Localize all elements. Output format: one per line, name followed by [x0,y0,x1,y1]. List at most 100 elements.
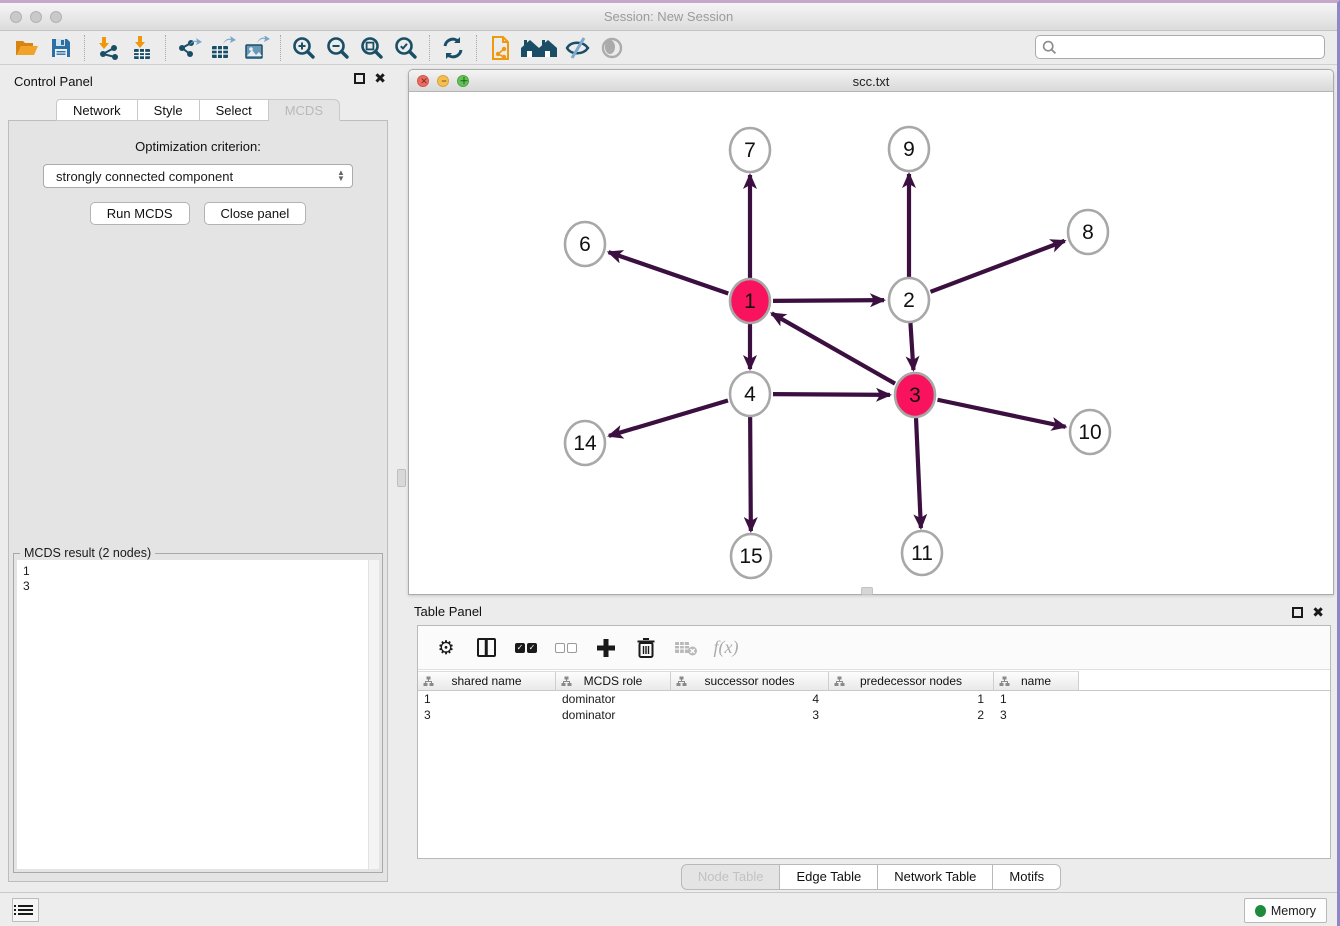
zoom-fit-icon [360,36,384,60]
table-cell[interactable]: 3 [671,707,829,723]
save-icon [50,37,72,59]
horizontal-splitter-grip[interactable] [861,587,873,595]
status-bar: Memory [0,892,1337,926]
edge-3-1[interactable] [772,313,895,383]
vertical-splitter-grip[interactable] [397,469,406,487]
memory-status-icon [1255,905,1266,917]
export-image-button[interactable] [240,33,274,63]
column-header-MCDS-role[interactable]: MCDS role [556,671,671,690]
search-input[interactable] [1057,40,1318,54]
node-label-14: 14 [573,432,597,455]
app-titlebar: Session: New Session [0,3,1337,31]
edge-1-2[interactable] [773,300,884,301]
export-network-button[interactable] [172,33,206,63]
eye-slash-icon [565,37,591,59]
mcds-result-title: MCDS result (2 nodes) [20,546,155,560]
float-table-panel-icon[interactable] [1292,607,1303,618]
table-cell[interactable]: 3 [994,707,1079,723]
close-table-panel-icon[interactable]: ✖ [1312,607,1324,618]
edge-4-3[interactable] [773,394,890,395]
toolbar-separator [429,35,430,61]
close-panel-button[interactable]: Close panel [204,202,307,225]
import-network-button[interactable] [91,33,125,63]
column-header-name[interactable]: name [994,671,1079,690]
deselect-all-button[interactable] [548,630,584,666]
edge-2-3[interactable] [910,323,913,370]
network-window-titlebar[interactable]: ✕ − ＋ scc.txt [409,70,1333,92]
memory-button[interactable]: Memory [1244,898,1327,923]
table-row[interactable]: 1dominator411 [418,691,1330,707]
new-network-from-selection-button[interactable] [483,33,517,63]
edge-4-14[interactable] [609,401,728,436]
zoom-out-button[interactable] [321,33,355,63]
first-neighbors-button[interactable] [517,33,561,63]
table-cell[interactable]: 4 [671,691,829,707]
column-header-shared-name[interactable]: shared name [418,671,556,690]
show-all-button[interactable] [595,33,629,63]
close-panel-icon[interactable]: ✖ [374,73,386,84]
select-all-icon: ✓✓ [515,643,537,653]
optimization-criterion-label: Optimization criterion: [9,139,387,154]
trash-icon [636,637,656,659]
function-builder-button[interactable]: f(x) [708,630,744,666]
edge-3-11[interactable] [916,418,921,528]
table-cell[interactable]: 3 [418,707,556,723]
tab-node-table[interactable]: Node Table [681,864,781,890]
column-type-icon [561,676,572,687]
selected-criterion: strongly connected component [56,169,334,184]
table-cell[interactable]: 1 [829,691,994,707]
tab-motifs[interactable]: Motifs [993,864,1061,890]
run-mcds-button[interactable]: Run MCDS [90,202,190,225]
node-label-11: 11 [911,542,933,565]
hide-selected-button[interactable] [561,33,595,63]
refresh-icon [441,36,465,60]
table-cell[interactable]: dominator [556,707,671,723]
tab-style[interactable]: Style [138,99,200,121]
tab-select[interactable]: Select [200,99,269,121]
optimization-criterion-select[interactable]: strongly connected component ▲▼ [43,164,353,188]
import-table-button[interactable] [125,33,159,63]
zoom-selected-button[interactable] [389,33,423,63]
add-row-button[interactable] [588,630,624,666]
refresh-button[interactable] [436,33,470,63]
node-label-10: 10 [1078,421,1101,444]
table-cell[interactable]: 2 [829,707,994,723]
edge-1-6[interactable] [609,252,729,293]
node-label-6: 6 [579,233,591,256]
edge-4-15[interactable] [750,417,751,531]
table-cell[interactable]: 1 [418,691,556,707]
result-scrollbar[interactable] [368,560,379,869]
column-header-predecessor-nodes[interactable]: predecessor nodes [829,671,994,690]
control-panel-title: Control Panel [14,74,93,89]
main-toolbar [0,31,1337,65]
network-canvas[interactable]: 7968124314101511 [409,92,1333,594]
float-panel-icon[interactable] [354,73,365,84]
table-header-row: shared nameMCDS rolesuccessor nodesprede… [418,671,1330,691]
mcds-result-text[interactable]: 1 3 [17,560,379,869]
tab-mcds[interactable]: MCDS [269,99,340,121]
select-all-button[interactable]: ✓✓ [508,630,544,666]
toolbar-separator [165,35,166,61]
zoom-in-button[interactable] [287,33,321,63]
table-cell[interactable]: 1 [994,691,1079,707]
save-session-button[interactable] [44,33,78,63]
table-row[interactable]: 3dominator323 [418,707,1330,723]
split-panel-button[interactable] [468,630,504,666]
node-table: shared nameMCDS rolesuccessor nodesprede… [418,671,1330,858]
delete-row-button[interactable] [628,630,664,666]
task-history-button[interactable] [12,898,39,922]
edge-2-8[interactable] [931,241,1065,292]
table-settings-button[interactable]: ⚙ [428,630,464,666]
search-field[interactable] [1035,35,1325,59]
table-cell[interactable]: dominator [556,691,671,707]
open-file-button[interactable] [10,33,44,63]
edge-3-10[interactable] [938,400,1066,427]
column-header-successor-nodes[interactable]: successor nodes [671,671,829,690]
tab-edge-table[interactable]: Edge Table [780,864,878,890]
export-table-button[interactable] [206,33,240,63]
delete-table-button[interactable] [668,630,704,666]
tab-network[interactable]: Network [56,99,138,121]
table-toolbar: ⚙ ✓✓ [418,626,1330,670]
zoom-fit-button[interactable] [355,33,389,63]
tab-network-table[interactable]: Network Table [878,864,993,890]
